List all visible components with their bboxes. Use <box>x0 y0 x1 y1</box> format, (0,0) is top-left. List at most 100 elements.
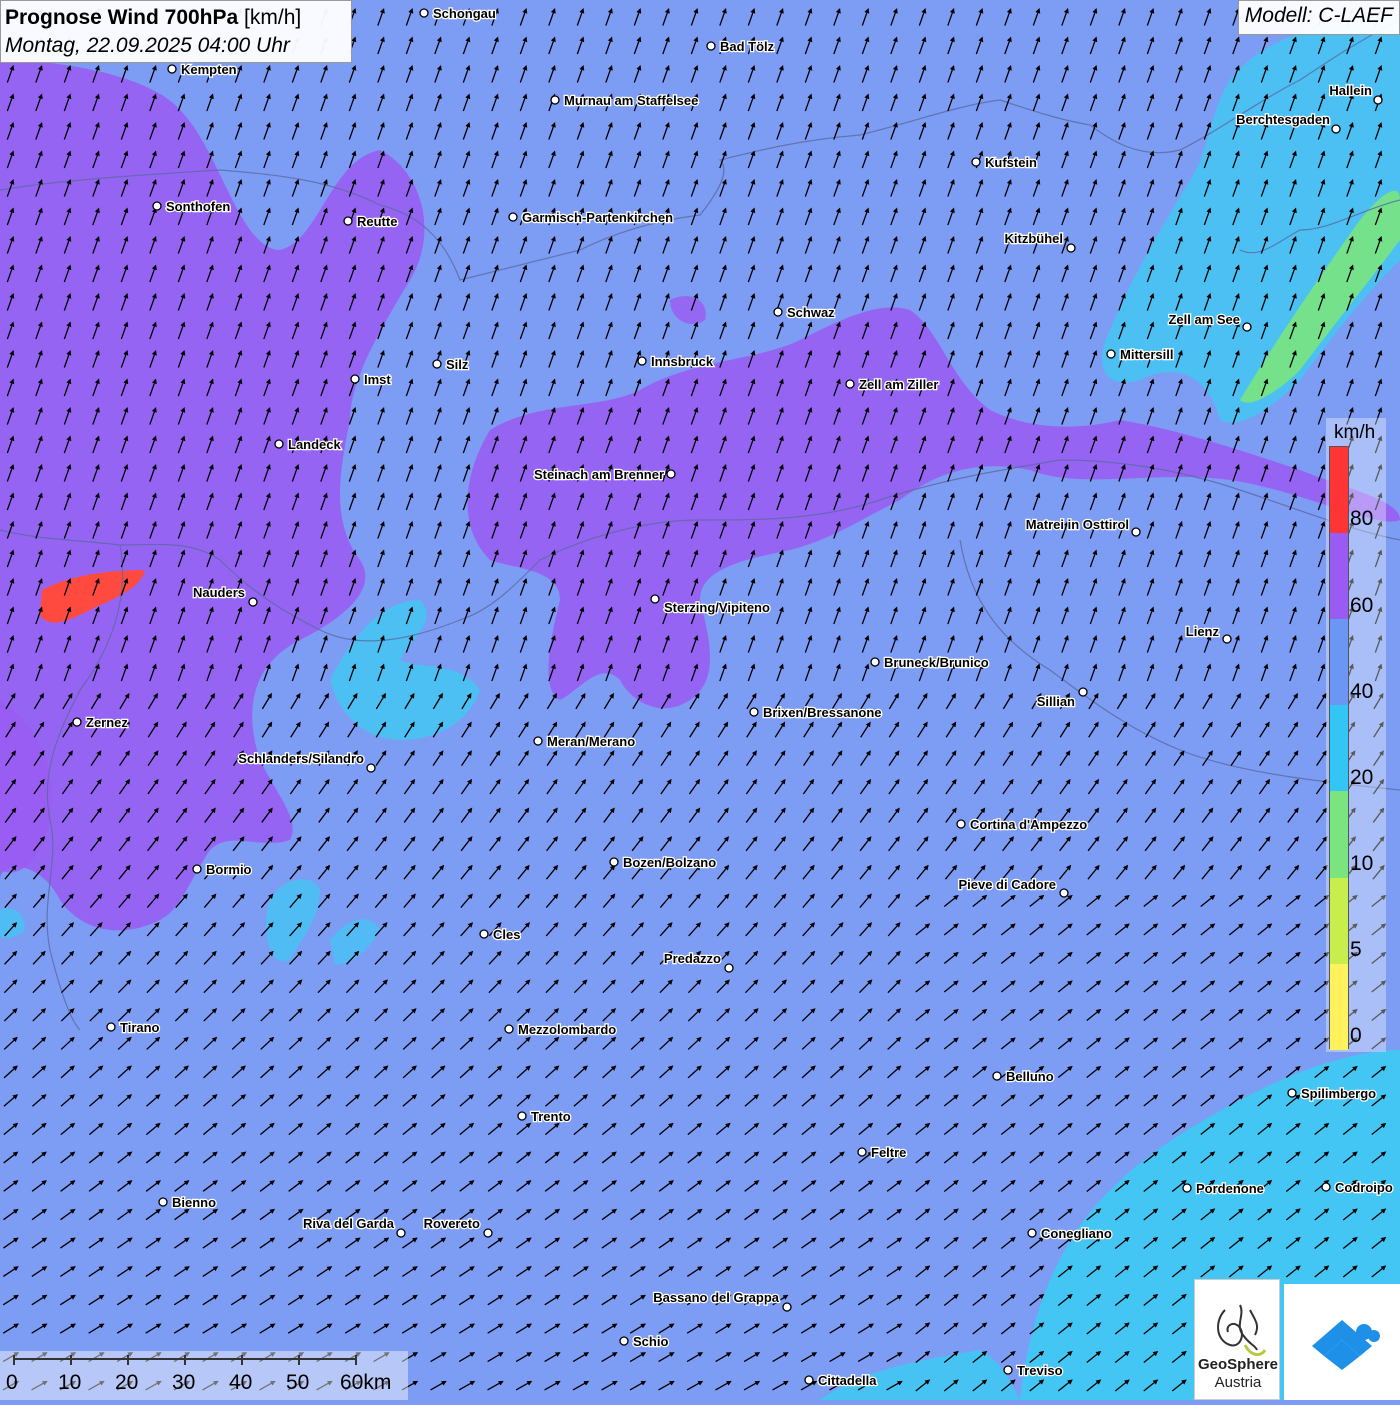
place-label: Zell am Ziller <box>859 377 938 392</box>
legend-swatch <box>1330 705 1348 792</box>
place-dot <box>159 1198 167 1206</box>
geosphere-country: Austria <box>1195 1374 1281 1391</box>
place-label: Conegliano <box>1041 1226 1112 1241</box>
place-marker: Bruneck/Brunico <box>871 655 989 670</box>
place-dot <box>534 737 542 745</box>
place-dot <box>193 865 201 873</box>
place-dot <box>275 440 283 448</box>
place-dot <box>420 9 428 17</box>
place-marker: Conegliano <box>1028 1226 1112 1241</box>
place-marker: Steinach am Brenner <box>534 467 675 482</box>
geosphere-name: GeoSphere <box>1195 1356 1281 1373</box>
legend-label: 0 <box>1350 1024 1362 1048</box>
place-label: Bienno <box>172 1195 216 1210</box>
place-label: Bormio <box>206 862 252 877</box>
place-label: Sillian <box>1037 694 1075 709</box>
place-label: Trento <box>531 1109 571 1124</box>
place-label: Schwaz <box>787 305 835 320</box>
place-dot <box>858 1148 866 1156</box>
legend-label: 80 <box>1350 507 1373 531</box>
place-marker: Meran/Merano <box>534 734 635 749</box>
legend-swatch <box>1330 964 1348 1051</box>
place-dot <box>1067 244 1075 252</box>
place-dot <box>168 65 176 73</box>
place-dot <box>1332 125 1340 133</box>
place-label: Bruneck/Brunico <box>884 655 989 670</box>
place-marker: Spilimbergo <box>1288 1086 1376 1101</box>
scale-label: 40 <box>229 1371 252 1395</box>
place-label: Kitzbühel <box>1005 231 1064 246</box>
place-marker: Murnau am Staffelsee <box>551 93 698 108</box>
place-marker: Cortina d'Ampezzo <box>957 817 1087 832</box>
place-dot <box>107 1023 115 1031</box>
place-label: Bozen/Bolzano <box>623 855 716 870</box>
place-dot <box>1079 688 1087 696</box>
place-dot <box>707 42 715 50</box>
place-label: Bad Tölz <box>720 39 775 54</box>
place-label: Belluno <box>1006 1069 1054 1084</box>
place-label: Feltre <box>871 1145 906 1160</box>
place-dot <box>249 598 257 606</box>
place-label: Cortina d'Ampezzo <box>970 817 1087 832</box>
place-label: Mittersill <box>1120 347 1173 362</box>
legend-label: 10 <box>1350 852 1373 876</box>
place-dot <box>518 1112 526 1120</box>
place-label: Berchtesgaden <box>1236 112 1330 127</box>
place-label: Innsbruck <box>651 354 714 369</box>
model-label: Modell: C-LAEF <box>1238 0 1400 35</box>
geosphere-logo: GeoSphere Austria <box>1194 1279 1280 1400</box>
legend-label: 5 <box>1350 938 1362 962</box>
place-marker: Garmisch-Partenkirchen <box>509 210 673 225</box>
place-label: Brixen/Bressanone <box>763 705 882 720</box>
place-dot <box>1288 1089 1296 1097</box>
place-dot <box>783 1303 791 1311</box>
place-label: Cles <box>493 927 520 942</box>
place-dot <box>1132 528 1140 536</box>
place-dot <box>610 858 618 866</box>
legend-unit: km/h <box>1334 422 1375 444</box>
forecast-datetime: Montag, 22.09.2025 04:00 Uhr <box>5 32 347 60</box>
place-label: Rovereto <box>424 1216 480 1231</box>
place-marker: Pordenone <box>1183 1181 1264 1196</box>
place-dot <box>480 930 488 938</box>
place-label: Schongau <box>433 6 496 21</box>
place-dot <box>367 764 375 772</box>
place-dot <box>651 595 659 603</box>
place-dot <box>774 308 782 316</box>
scale-label: 30 <box>172 1371 195 1395</box>
place-dot <box>993 1072 1001 1080</box>
place-marker: Mezzolombardo <box>505 1022 616 1037</box>
place-label: Bassano del Grappa <box>653 1290 779 1305</box>
place-label: Sonthofen <box>166 199 230 214</box>
place-label: Matrei in Osttirol <box>1026 517 1129 532</box>
legend-swatch <box>1330 791 1348 878</box>
place-dot <box>1004 1366 1012 1374</box>
legend-label: 60 <box>1350 594 1373 618</box>
place-dot <box>397 1229 405 1237</box>
legend-swatch <box>1330 619 1348 706</box>
place-dot <box>433 360 441 368</box>
place-label: Murnau am Staffelsee <box>564 93 698 108</box>
place-label: Nauders <box>193 585 245 600</box>
place-label: Hallein <box>1329 83 1372 98</box>
place-label: Kempten <box>181 62 237 77</box>
map-title: Prognose Wind 700hPa [km/h] <box>5 4 347 32</box>
place-dot <box>1223 635 1231 643</box>
place-dot <box>957 820 965 828</box>
place-dot <box>805 1376 813 1384</box>
place-dot <box>344 217 352 225</box>
scale-label: 50 <box>286 1371 309 1395</box>
place-label: Zernez <box>86 715 128 730</box>
place-dot <box>972 158 980 166</box>
legend-label: 40 <box>1350 680 1373 704</box>
place-dot <box>1107 350 1115 358</box>
place-label: Schlanders/Silandro <box>238 751 364 766</box>
place-label: Treviso <box>1017 1363 1063 1378</box>
place-label: Landeck <box>288 437 342 452</box>
place-dot <box>509 213 517 221</box>
place-label: Meran/Merano <box>547 734 635 749</box>
place-label: Sterzing/Vipiteno <box>664 600 770 615</box>
place-dot <box>1060 889 1068 897</box>
place-label: Reutte <box>357 214 397 229</box>
place-label: Pieve di Cadore <box>958 877 1056 892</box>
